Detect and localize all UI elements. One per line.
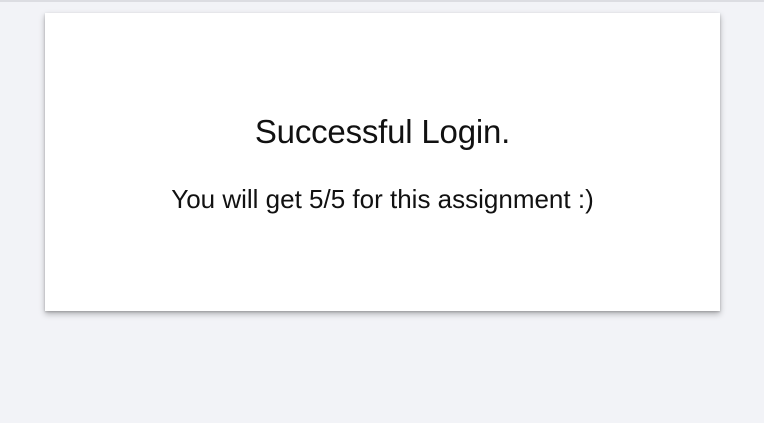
result-card: Successful Login. You will get 5/5 for t… <box>45 13 720 311</box>
top-edge-divider <box>0 0 764 2</box>
login-status-title: Successful Login. <box>254 113 511 150</box>
assignment-grade-message: You will get 5/5 for this assignment :) <box>171 184 594 214</box>
